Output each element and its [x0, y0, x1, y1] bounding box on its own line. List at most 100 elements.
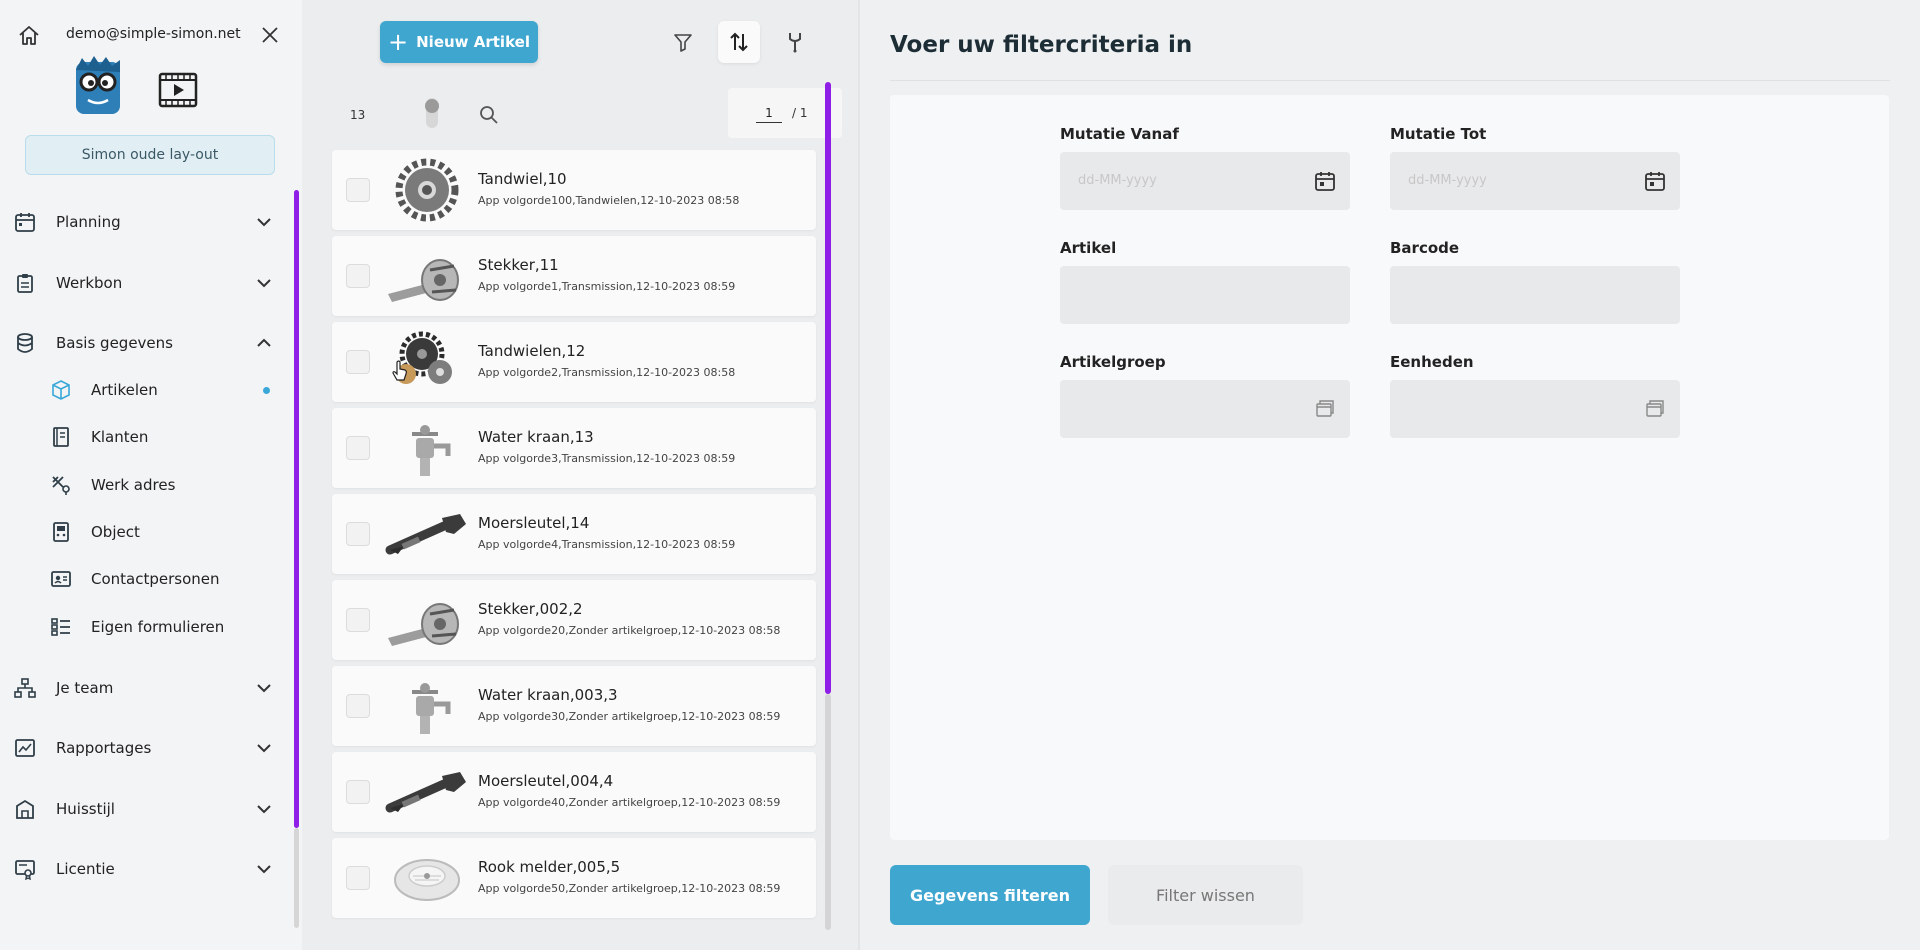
- mutatie-tot-input[interactable]: dd-MM-yyyy: [1390, 152, 1680, 210]
- article-row[interactable]: Water kraan,13 App volgorde3,Transmission…: [332, 408, 816, 488]
- article-subtitle: App volgorde20,Zonder artikelgroep,12-10…: [478, 624, 781, 637]
- sidebar-item-je-team[interactable]: Je team: [0, 668, 290, 708]
- new-article-button[interactable]: + Nieuw Artikel: [380, 21, 538, 63]
- list-scrollbar-thumb[interactable]: [825, 82, 831, 694]
- home-icon[interactable]: [17, 24, 41, 48]
- sidebar: demo@simple-simon.net Simon oude lay-out…: [0, 0, 302, 950]
- filter-button[interactable]: [662, 21, 704, 63]
- article-row[interactable]: Stekker,11 App volgorde1,Transmission,12-…: [332, 236, 816, 316]
- article-list-panel: + Nieuw Artikel 13 1 / 1 Tandwiel,10 App …: [302, 0, 858, 950]
- list-scrollbar-track[interactable]: [825, 694, 831, 930]
- artikel-label: Artikel: [1060, 239, 1117, 257]
- article-title: Water kraan,003,3: [478, 686, 618, 704]
- eenheden-label: Eenheden: [1390, 353, 1474, 371]
- article-subtitle: App volgorde100,Tandwielen,12-10-2023 08…: [478, 194, 740, 207]
- article-row[interactable]: Water kraan,003,3 App volgorde30,Zonder a…: [332, 666, 816, 746]
- window-select-icon[interactable]: [1314, 398, 1336, 420]
- artikelgroep-select[interactable]: [1060, 380, 1350, 438]
- search-icon[interactable]: [478, 104, 500, 126]
- row-checkbox[interactable]: [346, 608, 370, 632]
- row-checkbox[interactable]: [346, 866, 370, 890]
- row-checkbox[interactable]: [346, 522, 370, 546]
- calendar-icon[interactable]: [1644, 170, 1666, 192]
- calendar-icon[interactable]: [1314, 170, 1336, 192]
- article-row[interactable]: Moersleutel,004,4 App volgorde40,Zonder a…: [332, 752, 816, 832]
- close-icon[interactable]: [258, 23, 282, 47]
- filter-form: Mutatie Vanaf dd-MM-yyyy Mutatie Tot dd-…: [890, 95, 1889, 840]
- sort-icon: [730, 32, 748, 52]
- article-thumbnail: [388, 603, 459, 646]
- filter-icon: [674, 34, 692, 52]
- sidebar-scrollbar-track[interactable]: [294, 828, 299, 928]
- article-thumbnail: [394, 859, 460, 901]
- row-checkbox[interactable]: [346, 780, 370, 804]
- row-checkbox[interactable]: [346, 436, 370, 460]
- sidebar-subitem-artikelen[interactable]: Artikelen: [0, 372, 290, 408]
- tools-button[interactable]: [774, 21, 816, 63]
- sidebar-item-werkbon[interactable]: Werkbon: [0, 263, 290, 303]
- article-row[interactable]: Tandwielen,12 App volgorde2,Transmission,…: [332, 322, 816, 402]
- row-checkbox[interactable]: [346, 350, 370, 374]
- article-subtitle: App volgorde1,Transmission,12-10-2023 08…: [478, 280, 736, 293]
- article-title: Water kraan,13: [478, 428, 594, 446]
- sidebar-item-basis-gegevens[interactable]: Basis gegevens: [0, 323, 290, 363]
- artikel-input[interactable]: [1060, 266, 1350, 324]
- panel-divider: [858, 0, 860, 950]
- chevron-down-icon: [257, 279, 271, 288]
- article-subtitle: App volgorde30,Zonder artikelgroep,12-10…: [478, 710, 781, 723]
- sidebar-subitem-werk-adres[interactable]: Werk adres: [0, 467, 290, 503]
- old-layout-button[interactable]: Simon oude lay-out: [25, 135, 275, 175]
- row-checkbox[interactable]: [346, 264, 370, 288]
- window-select-icon[interactable]: [1644, 398, 1666, 420]
- sidebar-item-label: Artikelen: [91, 381, 158, 399]
- article-thumbnail: [395, 158, 459, 222]
- clear-filter-button[interactable]: Filter wissen: [1108, 865, 1303, 925]
- article-row[interactable]: Tandwiel,10 App volgorde100,Tandwielen,12…: [332, 150, 816, 230]
- toggle-switch[interactable]: [420, 96, 444, 130]
- report-icon: [15, 739, 35, 757]
- sidebar-item-label: Huisstijl: [56, 800, 115, 818]
- chevron-up-icon: [257, 338, 271, 347]
- chevron-down-icon: [257, 805, 271, 814]
- book-icon: [53, 427, 69, 447]
- sort-button[interactable]: [718, 21, 760, 63]
- sidebar-subitem-contactpersonen[interactable]: Contactpersonen: [0, 561, 290, 597]
- clipboard-icon: [17, 274, 33, 293]
- sidebar-item-rapportages[interactable]: Rapportages: [0, 728, 290, 768]
- mutatie-vanaf-input[interactable]: dd-MM-yyyy: [1060, 152, 1350, 210]
- active-indicator-dot: [263, 386, 270, 394]
- article-row[interactable]: Stekker,002,2 App volgorde20,Zonder artik…: [332, 580, 816, 660]
- sidebar-item-label: Je team: [56, 679, 114, 697]
- user-email: demo@simple-simon.net: [66, 26, 241, 42]
- sidebar-item-label: Object: [91, 523, 140, 541]
- sidebar-item-label: Rapportages: [56, 739, 152, 757]
- eenheden-select[interactable]: [1390, 380, 1680, 438]
- article-row[interactable]: Moersleutel,14 App volgorde4,Transmission…: [332, 494, 816, 574]
- hand-cursor-icon: [392, 360, 407, 381]
- row-checkbox[interactable]: [346, 178, 370, 202]
- article-thumbnail: [385, 772, 466, 813]
- sidebar-header: demo@simple-simon.net: [0, 0, 302, 70]
- barcode-input[interactable]: [1390, 266, 1680, 324]
- sidebar-subitem-klanten[interactable]: Klanten: [0, 419, 290, 455]
- article-title: Moersleutel,14: [478, 514, 590, 532]
- sidebar-item-licentie[interactable]: Licentie: [0, 849, 290, 889]
- row-checkbox[interactable]: [346, 694, 370, 718]
- article-row[interactable]: Rook melder,005,5 App volgorde50,Zonder a…: [332, 838, 816, 918]
- apply-filter-button[interactable]: Gegevens filteren: [890, 865, 1090, 925]
- mutatie-tot-label: Mutatie Tot: [1390, 125, 1487, 143]
- sidebar-item-label: Klanten: [91, 428, 149, 446]
- article-subtitle: App volgorde50,Zonder artikelgroep,12-10…: [478, 882, 781, 895]
- sidebar-subitem-eigen-formulieren[interactable]: Eigen formulieren: [0, 609, 290, 645]
- sidebar-item-huisstijl[interactable]: Huisstijl: [0, 789, 290, 829]
- sidebar-item-label: Licentie: [56, 860, 115, 878]
- article-title: Tandwielen,12: [478, 342, 586, 360]
- filter-title: Voer uw filtercriteria in: [890, 32, 1193, 58]
- sidebar-scrollbar-thumb[interactable]: [294, 190, 299, 828]
- cube-icon: [52, 380, 70, 400]
- item-count: 13: [350, 108, 366, 122]
- page-number-input[interactable]: 1: [756, 106, 782, 123]
- sidebar-item-planning[interactable]: Planning: [0, 202, 290, 242]
- sidebar-subitem-object[interactable]: Object: [0, 514, 290, 550]
- video-icon[interactable]: [158, 70, 198, 110]
